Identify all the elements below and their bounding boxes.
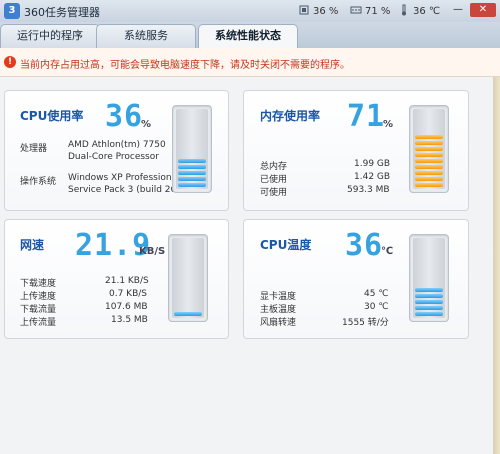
memory-unit: % xyxy=(383,119,394,130)
network-unit: KB/S xyxy=(139,246,166,257)
processor-line2: Dual-Core Processor xyxy=(68,152,159,162)
temperature-value: 36 xyxy=(345,228,384,263)
memory-row-value: 1.99 GB xyxy=(354,159,391,169)
tab-system-services[interactable]: 系统服务 xyxy=(96,24,196,48)
gauge-segment xyxy=(178,183,206,187)
memory-status-value: 71 % xyxy=(365,6,391,17)
thermometer-icon xyxy=(402,4,406,16)
temperature-row-label: 主板温度 xyxy=(260,305,297,315)
tab-running-programs[interactable]: 运行中的程序 xyxy=(0,24,100,48)
title-bar: 3 360任务管理器 36 % 71 % 36 ℃ — ✕ xyxy=(0,0,500,23)
gauge-segment xyxy=(415,306,443,310)
temperature-row-value: 45 ℃ xyxy=(364,289,389,299)
warning-text: 当前内存占用过高，可能会导致电脑速度下降，请及时关闭不需要的程序。 xyxy=(20,60,350,71)
gauge-segment xyxy=(415,294,443,298)
memory-row-label: 可使用 xyxy=(260,188,288,198)
network-row-label: 下载速度 xyxy=(20,279,57,289)
temperature-card: CPU温度 36 ℃ 显卡温度 45 ℃ 主板温度 30 ℃ 风扇转速 1555… xyxy=(243,219,469,339)
temperature-row-value: 30 ℃ xyxy=(364,302,389,312)
memory-row-label: 总内存 xyxy=(260,162,288,172)
cpu-status-value: 36 % xyxy=(313,6,339,17)
gauge-segment xyxy=(174,312,202,316)
temp-status: 36 ℃ xyxy=(398,4,440,17)
memory-row-label: 已使用 xyxy=(260,175,288,185)
app-title: 360任务管理器 xyxy=(24,6,100,19)
gauge-segment xyxy=(415,183,443,187)
memory-row-value: 593.3 MB xyxy=(347,185,390,195)
gauge-segment xyxy=(415,165,443,169)
os-label: 操作系统 xyxy=(20,177,57,187)
network-gauge-fill xyxy=(174,310,202,316)
temperature-row-value: 1555 转/分 xyxy=(342,318,389,328)
gauge-segment xyxy=(415,159,443,163)
memory-value: 71 xyxy=(347,99,386,134)
network-row-label: 上传速度 xyxy=(20,292,57,302)
network-row-value: 107.6 MB xyxy=(105,302,148,312)
memory-card: 内存使用率 71 % 总内存 1.99 GB 已使用 1.42 GB 可使用 5… xyxy=(243,90,469,211)
network-row-value: 13.5 MB xyxy=(111,315,148,325)
cpu-status: 36 % xyxy=(298,4,338,17)
network-row-label: 上传流量 xyxy=(20,318,57,328)
close-button[interactable]: ✕ xyxy=(470,3,496,17)
minimize-button[interactable]: — xyxy=(450,3,466,17)
tab-bar: 运行中的程序 系统服务 系统性能状态 xyxy=(0,22,500,48)
warning-bar: ! 当前内存占用过高，可能会导致电脑速度下降，请及时关闭不需要的程序。 xyxy=(0,48,500,77)
memory-gauge xyxy=(409,105,449,193)
tab-performance[interactable]: 系统性能状态 xyxy=(198,24,298,48)
gauge-segment xyxy=(415,171,443,175)
gauge-segment xyxy=(415,177,443,181)
cpu-gauge xyxy=(172,105,212,193)
cpu-gauge-fill xyxy=(178,157,206,187)
gauge-segment xyxy=(415,300,443,304)
network-card: 网速 21.9 KB/S 下载速度 21.1 KB/S 上传速度 0.7 KB/… xyxy=(4,219,229,339)
temperature-row-label: 显卡温度 xyxy=(260,292,297,302)
network-row-value: 0.7 KB/S xyxy=(109,289,147,299)
gauge-segment xyxy=(415,147,443,151)
gauge-segment xyxy=(178,159,206,163)
cpu-card: CPU使用率 36 % 处理器 AMD Athlon(tm) 7750 Dual… xyxy=(4,90,229,211)
memory-status: 71 % xyxy=(350,4,390,17)
warning-icon: ! xyxy=(4,56,16,68)
app-logo-icon: 3 xyxy=(4,3,20,19)
cpu-title: CPU使用率 xyxy=(20,109,84,123)
memory-title: 内存使用率 xyxy=(260,109,321,123)
gauge-segment xyxy=(178,177,206,181)
temperature-gauge-fill xyxy=(415,286,443,316)
network-gauge xyxy=(168,234,208,322)
gauge-segment xyxy=(415,288,443,292)
gauge-segment xyxy=(415,312,443,316)
temp-status-value: 36 ℃ xyxy=(413,6,441,17)
gauge-segment xyxy=(415,141,443,145)
memory-gauge-fill xyxy=(415,133,443,187)
processor-label: 处理器 xyxy=(20,144,48,154)
temperature-title: CPU温度 xyxy=(260,238,312,252)
processor-line1: AMD Athlon(tm) 7750 xyxy=(68,140,166,150)
cpu-value: 36 xyxy=(105,99,144,134)
cpu-unit: % xyxy=(141,119,152,130)
network-row-label: 下载流量 xyxy=(20,305,57,315)
network-title: 网速 xyxy=(20,238,45,252)
memory-row-value: 1.42 GB xyxy=(354,172,391,182)
network-row-value: 21.1 KB/S xyxy=(105,276,149,286)
gauge-segment xyxy=(178,171,206,175)
os-line1: Windows XP Professional xyxy=(68,173,180,183)
vertical-scrollbar[interactable] xyxy=(493,77,500,454)
cpu-icon xyxy=(299,5,309,15)
memory-icon xyxy=(350,6,362,14)
temperature-gauge xyxy=(409,234,449,322)
temperature-unit: ℃ xyxy=(381,246,394,257)
temperature-row-label: 风扇转速 xyxy=(260,318,297,328)
gauge-segment xyxy=(178,165,206,169)
gauge-segment xyxy=(415,135,443,139)
gauge-segment xyxy=(415,153,443,157)
